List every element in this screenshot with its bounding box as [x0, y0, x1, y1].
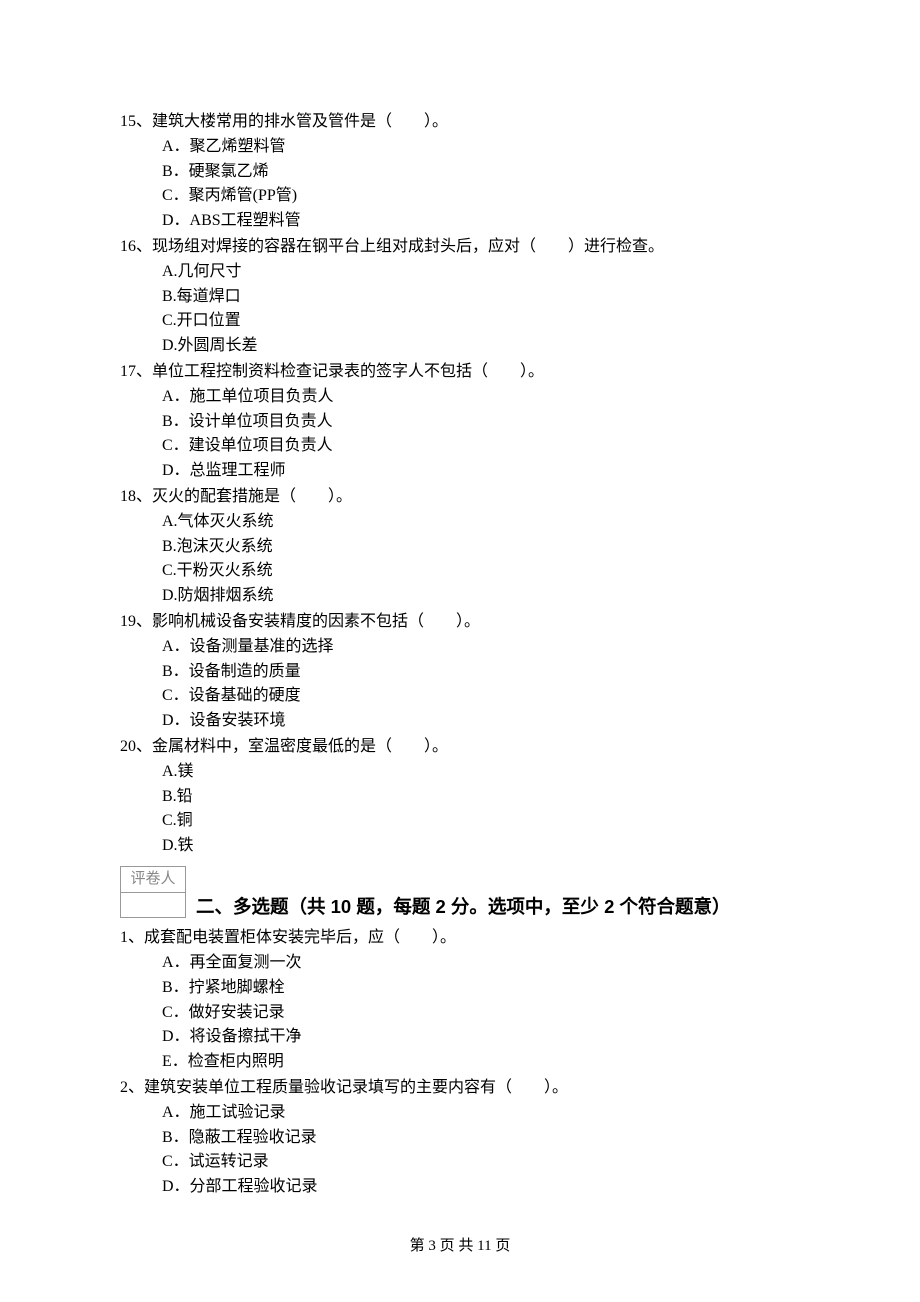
- option-a: A．设备测量基准的选择: [162, 635, 800, 660]
- question-19: 19、影响机械设备安装精度的因素不包括（ ）。 A．设备测量基准的选择 B．设备…: [120, 610, 800, 734]
- question-stem: 建筑大楼常用的排水管及管件是（ ）。: [152, 113, 448, 130]
- option-b: B.每道焊口: [162, 285, 800, 310]
- option-a: A．再全面复测一次: [162, 951, 800, 976]
- option-b: B.铅: [162, 785, 800, 810]
- question-number: 1、: [120, 929, 144, 946]
- options-list: A.镁 B.铅 C.铜 D.铁: [120, 760, 800, 859]
- multi-question-2: 2、建筑安装单位工程质量验收记录填写的主要内容有（ ）。 A．施工试验记录 B．…: [120, 1076, 800, 1200]
- option-a: A.气体灭火系统: [162, 510, 800, 535]
- question-text: 2、建筑安装单位工程质量验收记录填写的主要内容有（ ）。: [120, 1076, 800, 1101]
- question-stem: 现场组对焊接的容器在钢平台上组对成封头后，应对（ ）进行检查。: [152, 238, 664, 255]
- option-a: A.几何尺寸: [162, 260, 800, 285]
- option-a: A．施工单位项目负责人: [162, 385, 800, 410]
- option-a: A．聚乙烯塑料管: [162, 135, 800, 160]
- option-c: C.开口位置: [162, 309, 800, 334]
- option-b: B.泡沫灭火系统: [162, 535, 800, 560]
- option-a: A.镁: [162, 760, 800, 785]
- option-b: B．设计单位项目负责人: [162, 410, 800, 435]
- question-number: 2、: [120, 1079, 144, 1096]
- section-2-title: 二、多选题（共 10 题，每题 2 分。选项中，至少 2 个符合题意）: [186, 893, 731, 922]
- question-text: 1、成套配电装置柜体安装完毕后，应（ ）。: [120, 926, 800, 951]
- grader-empty-cell: [121, 893, 186, 918]
- question-stem: 金属材料中，室温密度最低的是（ ）。: [152, 738, 448, 755]
- options-list: A．再全面复测一次 B．拧紧地脚螺栓 C．做好安装记录 D．将设备擦拭干净 E．…: [120, 951, 800, 1075]
- question-text: 18、灭火的配套措施是（ ）。: [120, 485, 800, 510]
- options-list: A．施工试验记录 B．隐蔽工程验收记录 C．试运转记录 D．分部工程验收记录: [120, 1101, 800, 1200]
- question-number: 15、: [120, 113, 152, 130]
- question-text: 19、影响机械设备安装精度的因素不包括（ ）。: [120, 610, 800, 635]
- question-stem: 影响机械设备安装精度的因素不包括（ ）。: [152, 613, 480, 630]
- option-e: E．检查柜内照明: [162, 1050, 800, 1075]
- option-b: B．设备制造的质量: [162, 660, 800, 685]
- question-stem: 灭火的配套措施是（ ）。: [152, 488, 352, 505]
- question-18: 18、灭火的配套措施是（ ）。 A.气体灭火系统 B.泡沫灭火系统 C.干粉灭火…: [120, 485, 800, 609]
- option-d: D．设备安装环境: [162, 709, 800, 734]
- question-stem: 单位工程控制资料检查记录表的签字人不包括（ ）。: [152, 363, 544, 380]
- grader-label-cell: 评卷人: [121, 866, 186, 892]
- option-d: D.铁: [162, 834, 800, 859]
- question-text: 15、建筑大楼常用的排水管及管件是（ ）。: [120, 110, 800, 135]
- grader-box: 评卷人: [120, 866, 186, 918]
- multi-question-1: 1、成套配电装置柜体安装完毕后，应（ ）。 A．再全面复测一次 B．拧紧地脚螺栓…: [120, 926, 800, 1075]
- section-header-row: 评卷人 二、多选题（共 10 题，每题 2 分。选项中，至少 2 个符合题意）: [120, 860, 800, 922]
- option-a: A．施工试验记录: [162, 1101, 800, 1126]
- options-list: A.几何尺寸 B.每道焊口 C.开口位置 D.外圆周长差: [120, 260, 800, 359]
- question-text: 16、现场组对焊接的容器在钢平台上组对成封头后，应对（ ）进行检查。: [120, 235, 800, 260]
- question-stem: 建筑安装单位工程质量验收记录填写的主要内容有（ ）。: [144, 1079, 568, 1096]
- exam-page: 15、建筑大楼常用的排水管及管件是（ ）。 A．聚乙烯塑料管 B．硬聚氯乙烯 C…: [0, 0, 920, 1302]
- option-c: C.铜: [162, 809, 800, 834]
- options-list: A．施工单位项目负责人 B．设计单位项目负责人 C．建设单位项目负责人 D．总监…: [120, 385, 800, 484]
- question-17: 17、单位工程控制资料检查记录表的签字人不包括（ ）。 A．施工单位项目负责人 …: [120, 360, 800, 484]
- options-list: A.气体灭火系统 B.泡沫灭火系统 C.干粉灭火系统 D.防烟排烟系统: [120, 510, 800, 609]
- question-text: 20、金属材料中，室温密度最低的是（ ）。: [120, 735, 800, 760]
- option-d: D．ABS工程塑料管: [162, 209, 800, 234]
- question-number: 18、: [120, 488, 152, 505]
- option-d: D.外圆周长差: [162, 334, 800, 359]
- question-20: 20、金属材料中，室温密度最低的是（ ）。 A.镁 B.铅 C.铜 D.铁: [120, 735, 800, 859]
- question-number: 20、: [120, 738, 152, 755]
- question-text: 17、单位工程控制资料检查记录表的签字人不包括（ ）。: [120, 360, 800, 385]
- question-15: 15、建筑大楼常用的排水管及管件是（ ）。 A．聚乙烯塑料管 B．硬聚氯乙烯 C…: [120, 110, 800, 234]
- options-list: A．设备测量基准的选择 B．设备制造的质量 C．设备基础的硬度 D．设备安装环境: [120, 635, 800, 734]
- question-16: 16、现场组对焊接的容器在钢平台上组对成封头后，应对（ ）进行检查。 A.几何尺…: [120, 235, 800, 359]
- option-d: D.防烟排烟系统: [162, 584, 800, 609]
- option-d: D．分部工程验收记录: [162, 1175, 800, 1200]
- page-footer: 第 3 页 共 11 页: [0, 1235, 920, 1258]
- option-b: B．硬聚氯乙烯: [162, 160, 800, 185]
- question-stem: 成套配电装置柜体安装完毕后，应（ ）。: [144, 929, 456, 946]
- option-c: C．设备基础的硬度: [162, 684, 800, 709]
- option-b: B．拧紧地脚螺栓: [162, 976, 800, 1001]
- options-list: A．聚乙烯塑料管 B．硬聚氯乙烯 C．聚丙烯管(PP管) D．ABS工程塑料管: [120, 135, 800, 234]
- option-c: C.干粉灭火系统: [162, 559, 800, 584]
- option-d: D．将设备擦拭干净: [162, 1025, 800, 1050]
- option-c: C．做好安装记录: [162, 1001, 800, 1026]
- question-number: 17、: [120, 363, 152, 380]
- option-b: B．隐蔽工程验收记录: [162, 1126, 800, 1151]
- question-number: 16、: [120, 238, 152, 255]
- option-c: C．建设单位项目负责人: [162, 434, 800, 459]
- option-c: C．聚丙烯管(PP管): [162, 184, 800, 209]
- question-number: 19、: [120, 613, 152, 630]
- option-c: C．试运转记录: [162, 1150, 800, 1175]
- option-d: D．总监理工程师: [162, 459, 800, 484]
